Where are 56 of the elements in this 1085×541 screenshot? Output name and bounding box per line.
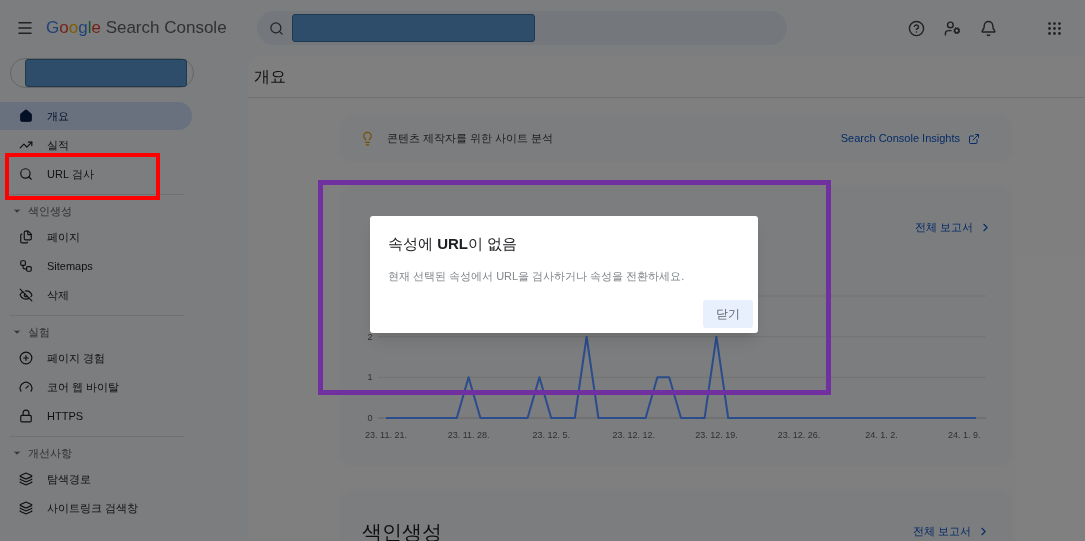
nav-item[interactable]: 코어 웹 바이탈 — [0, 373, 192, 401]
pages-icon — [19, 230, 33, 244]
plus-circle-icon — [19, 351, 33, 365]
x-axis-label: 23. 12. 5. — [532, 430, 570, 440]
nav-item[interactable]: 페이지 경험 — [0, 344, 192, 372]
lock-icon — [19, 409, 33, 423]
caret-icon[interactable] — [12, 206, 22, 216]
lightbulb-icon — [360, 131, 375, 146]
nav-item[interactable]: 실적 — [0, 131, 192, 159]
x-axis-label: 23. 12. 19. — [695, 430, 738, 440]
nav-item[interactable]: 탐색경로 — [0, 465, 192, 493]
x-axis-label: 23. 11. 21. — [365, 430, 407, 440]
logo-wordmark: Google Search Console — [46, 17, 227, 40]
eye-off-icon — [19, 288, 33, 302]
search-icon — [268, 20, 284, 36]
page-title: 개요 — [254, 66, 286, 87]
close-button[interactable]: 닫기 — [703, 300, 753, 328]
nav-item[interactable]: HTTPS — [0, 402, 192, 430]
dialog-message: 현재 선택된 속성에서 URL을 검사하거나 속성을 전환하세요. — [388, 268, 686, 284]
layers-icon — [19, 501, 33, 515]
y-axis-label: 1 — [367, 372, 373, 383]
nav-item[interactable]: 삭제 — [0, 281, 192, 309]
user-gear-icon[interactable] — [944, 19, 961, 37]
x-axis-label: 23. 11. 28. — [447, 430, 490, 440]
dialog-title: 속성에 URL이 없음 — [388, 234, 519, 254]
section-heading: 실험 — [28, 324, 50, 340]
x-axis-label: 24. 1. 2. — [865, 430, 898, 440]
insights-text: 콘텐츠 제작자를 위한 사이트 분석 — [387, 131, 554, 147]
bell-icon[interactable] — [980, 19, 997, 37]
home-icon — [19, 109, 33, 123]
nav-item[interactable]: 사이트링크 검색창 — [0, 494, 192, 522]
search-icon — [19, 167, 33, 181]
x-axis-label: 24. 1. 9. — [947, 430, 981, 440]
caret-icon[interactable] — [12, 448, 22, 458]
menu-icon[interactable] — [16, 19, 34, 37]
section-heading: 색인생성 — [28, 203, 72, 219]
section-heading: 개선사항 — [28, 445, 72, 461]
caret-icon[interactable] — [12, 327, 22, 337]
x-axis-label: 23. 12. 12. — [612, 430, 656, 440]
x-axis-label: 23. 12. 26. — [777, 430, 821, 440]
nav-item[interactable]: Sitemaps — [0, 252, 192, 280]
layers-icon — [19, 472, 33, 486]
y-axis-label: 0 — [367, 413, 373, 423]
sitemap-icon — [19, 259, 33, 273]
full-report-link[interactable]: 전체 보고서 — [912, 523, 990, 540]
nav-item[interactable]: 페이지 — [0, 223, 192, 251]
help-icon[interactable] — [908, 19, 925, 37]
external-link-icon — [968, 132, 980, 145]
full-report-link[interactable]: 전체 보고서 — [914, 217, 992, 237]
gauge-icon — [19, 380, 33, 394]
nav-item[interactable]: 개요 — [0, 102, 192, 130]
insights-link[interactable]: Search Console Insights — [840, 130, 980, 147]
search-field[interactable] — [256, 11, 787, 45]
y-axis-label: 2 — [367, 331, 373, 342]
nav-item[interactable]: URL 검사 — [0, 160, 192, 188]
apps-icon[interactable] — [1046, 19, 1063, 37]
